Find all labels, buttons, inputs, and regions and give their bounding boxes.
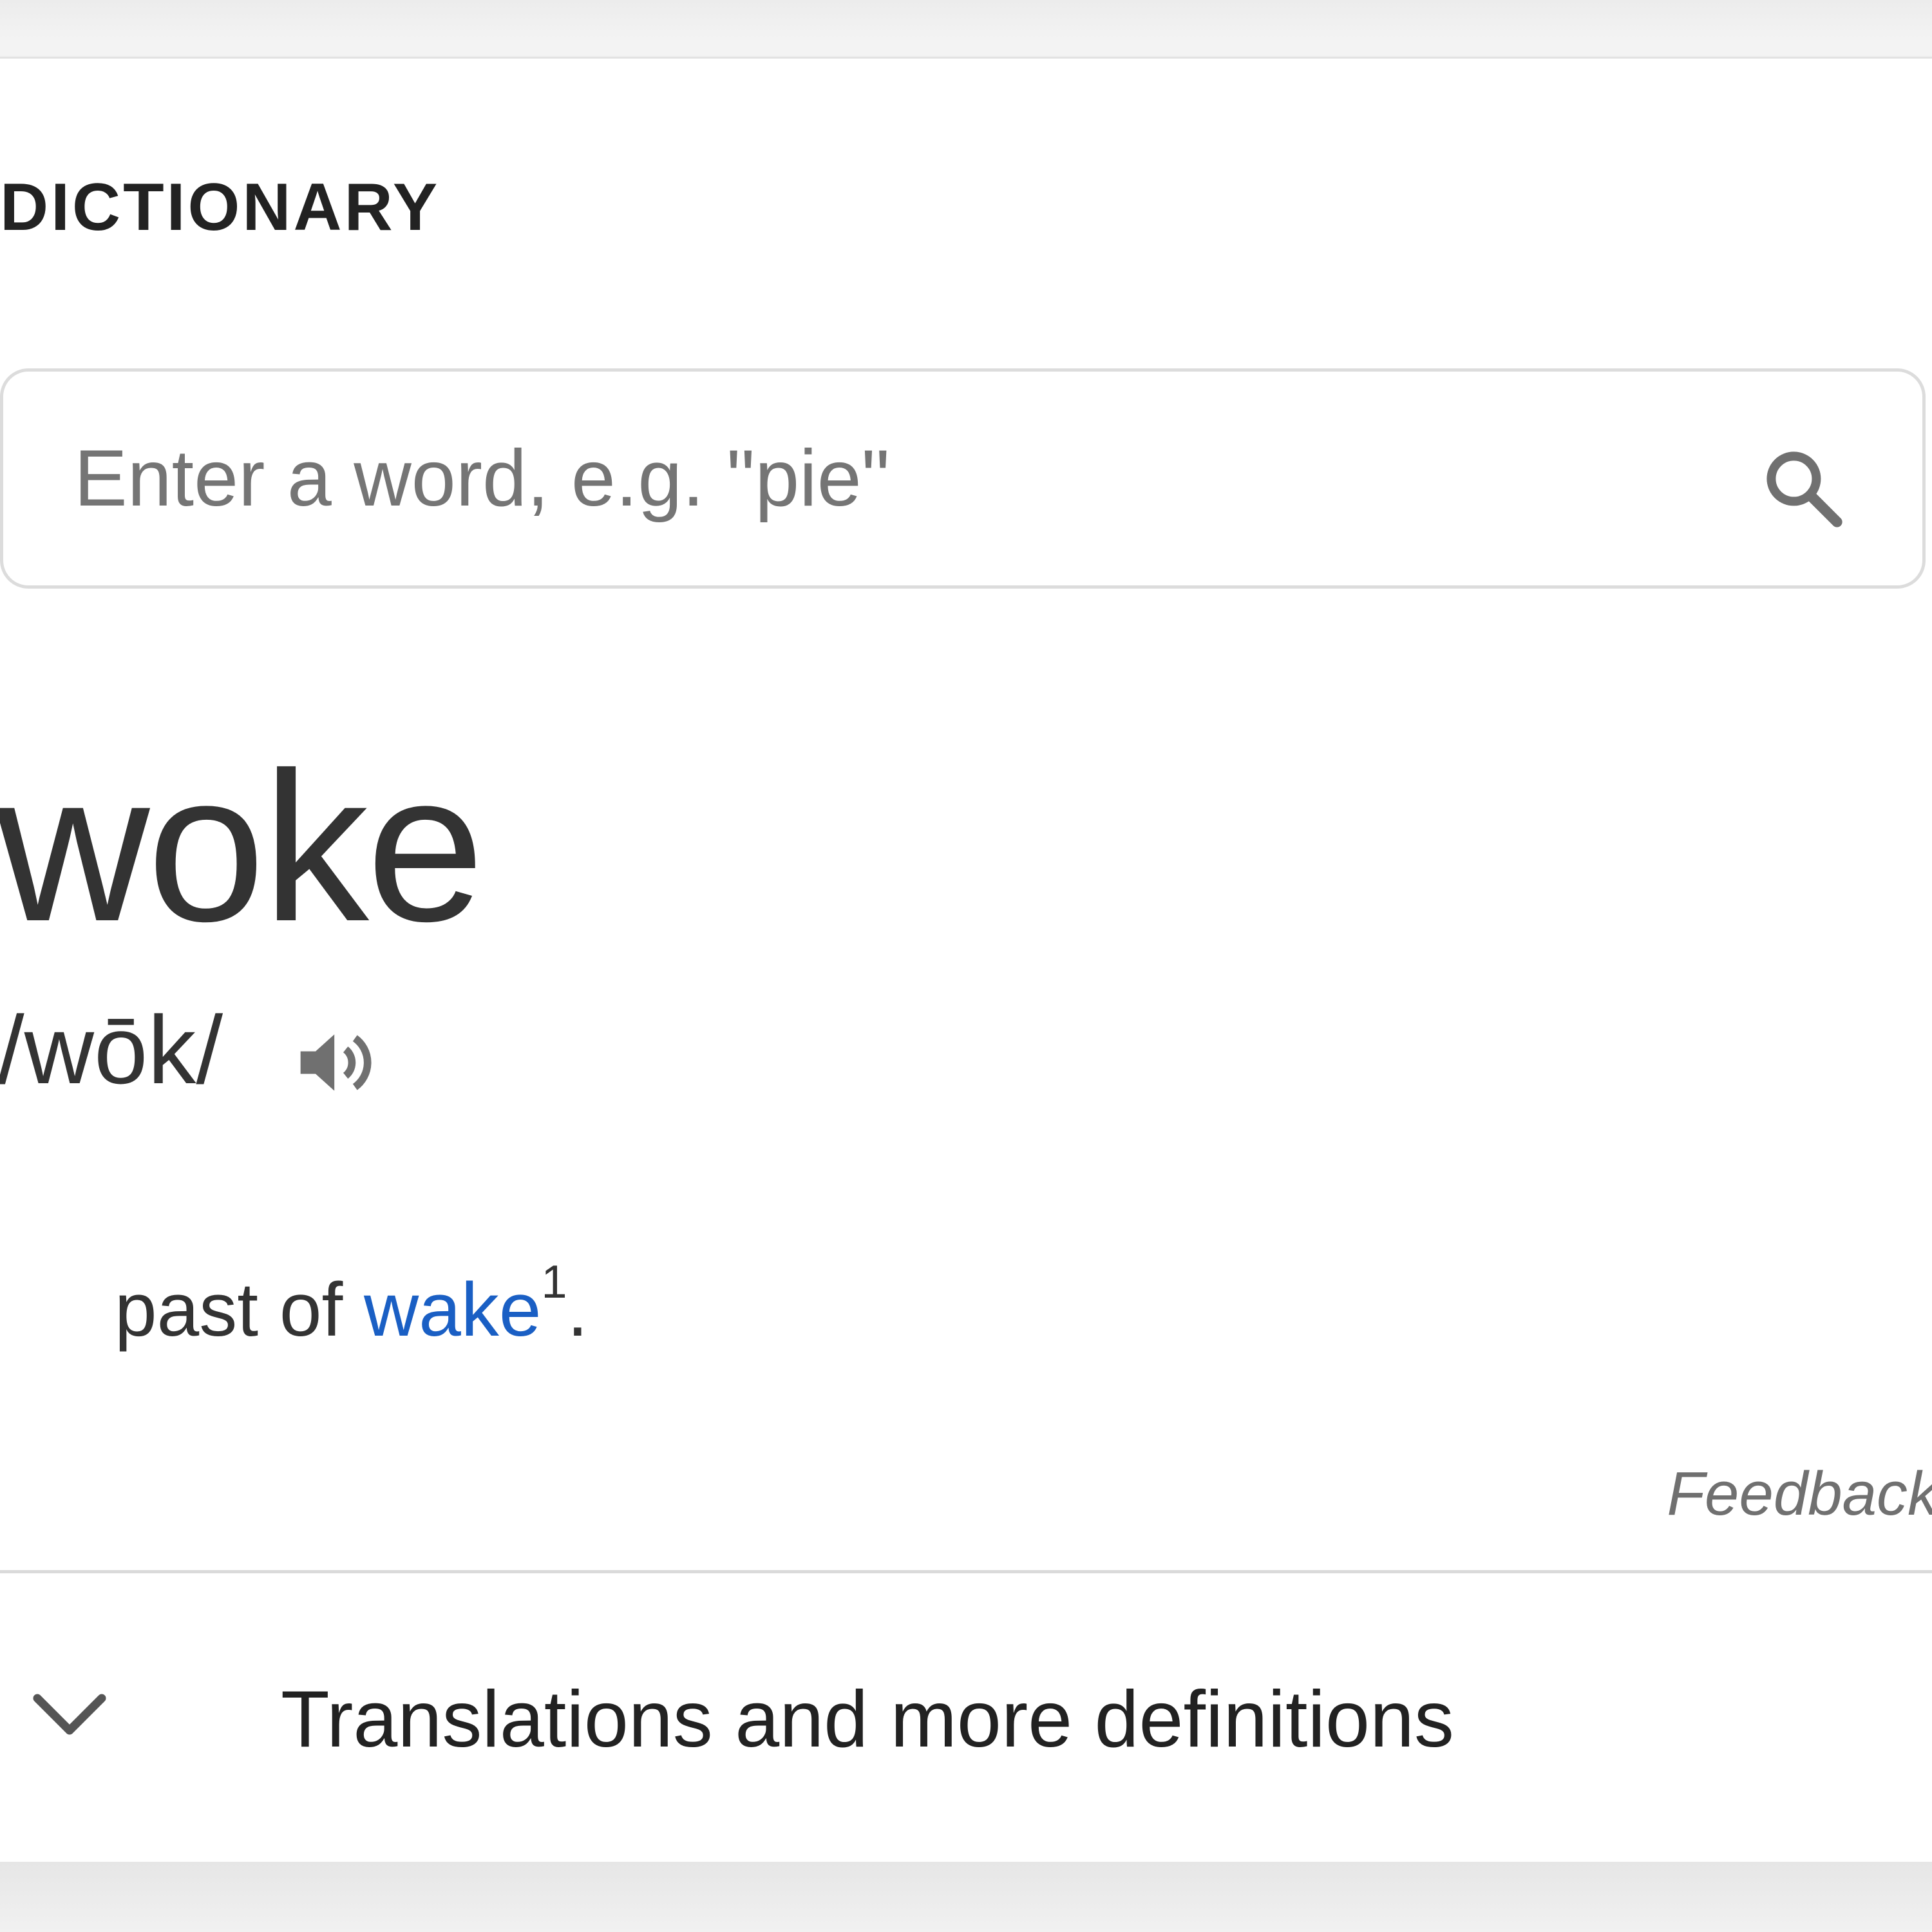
speaker-icon[interactable] xyxy=(293,1018,383,1108)
search-input[interactable] xyxy=(74,372,1684,585)
search-box[interactable] xyxy=(0,368,1926,589)
definition-suffix: . xyxy=(567,1267,589,1352)
definition-prefix: past of xyxy=(115,1267,365,1352)
chevron-down-icon[interactable] xyxy=(31,1689,108,1740)
definition: past of wake1. xyxy=(115,1259,588,1348)
wake-link[interactable]: wake xyxy=(364,1267,541,1352)
headword: woke xyxy=(0,728,484,965)
section-title: DICTIONARY xyxy=(0,170,440,245)
bottom-background xyxy=(0,1862,1932,1932)
dictionary-screen: DICTIONARY woke /wōk/ past of wake1. Fee… xyxy=(0,0,1932,1932)
feedback-link[interactable]: Feedback xyxy=(1667,1463,1932,1525)
homograph-number: 1 xyxy=(541,1256,567,1308)
phonetic-spelling: /wōk/ xyxy=(0,996,223,1104)
search-icon[interactable] xyxy=(1758,443,1848,533)
translations-expander-label: Translations and more definitions xyxy=(281,1675,1454,1764)
